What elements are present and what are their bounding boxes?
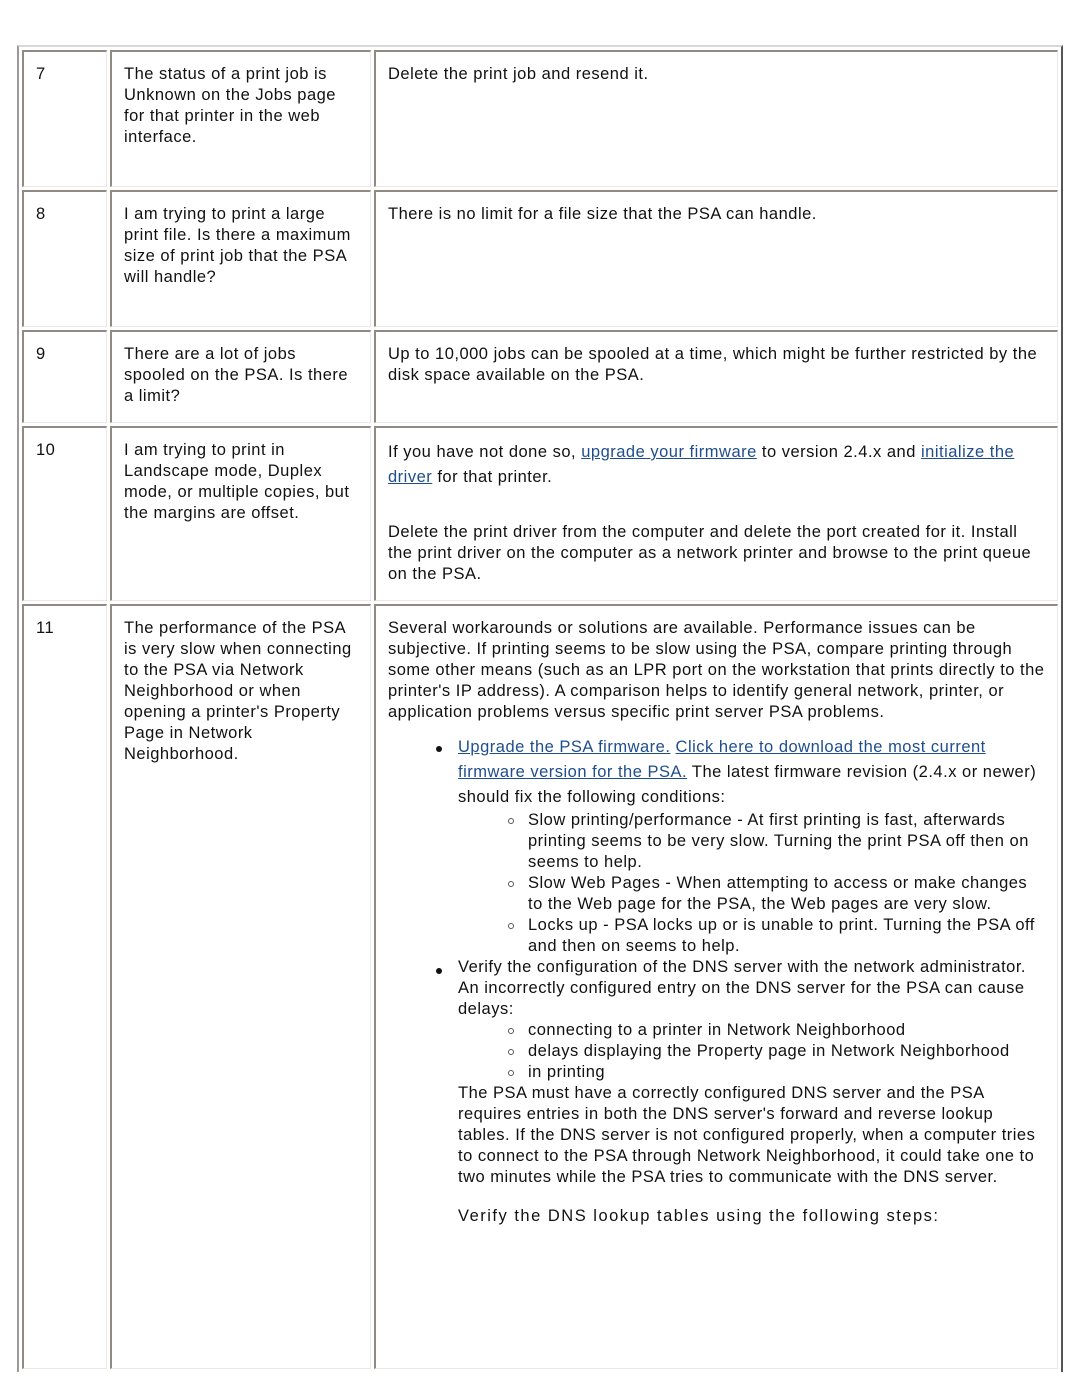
list-item: Upgrade the PSA firmware. Click here to … [436,735,1045,957]
row-number: 8 [22,190,107,327]
row-number: 9 [22,330,107,423]
answer-cell: Several workarounds or solutions are ava… [374,604,1058,1369]
sub-list-item: Slow Web Pages - When attempting to acce… [508,873,1045,915]
conditions-list: Slow printing/performance - At first pri… [458,810,1045,957]
upgrade-firmware-link[interactable]: upgrade your firmware [581,443,757,461]
sub-list-item: Locks up - PSA locks up or is unable to … [508,915,1045,957]
answer-cell: There is no limit for a file size that t… [374,190,1058,327]
solutions-list: Upgrade the PSA firmware. Click here to … [388,735,1045,1083]
question-cell: I am trying to print a large print file.… [110,190,371,327]
dns-paragraph: The PSA must have a correctly configured… [458,1084,1036,1186]
steps-intro: Verify the DNS lookup tables using the f… [458,1207,940,1225]
answer-cell: Delete the print job and resend it. [374,50,1058,187]
sub-list-item: in printing [508,1062,1045,1083]
answer-cell: Up to 10,000 jobs can be spooled at a ti… [374,330,1058,423]
question-cell: The status of a print job is Unknown on … [110,50,371,187]
answer-text: If you have not done so, [388,443,582,461]
question-cell: There are a lot of jobs spooled on the P… [110,330,371,423]
delays-list: connecting to a printer in Network Neigh… [458,1020,1045,1083]
question-cell: The performance of the PSA is very slow … [110,604,371,1369]
answer-paragraph: If you have not done so, upgrade your fi… [388,440,1045,490]
sub-list-item: Slow printing/performance - At first pri… [508,810,1045,873]
row-number: 11 [22,604,107,1369]
answer-paragraph: Delete the print driver from the compute… [388,523,1032,583]
upgrade-psa-firmware-link[interactable]: Upgrade the PSA firmware. [458,738,670,756]
row-number: 7 [22,50,107,187]
answer-cell: If you have not done so, upgrade your fi… [374,426,1058,601]
faq-page: 7 The status of a print job is Unknown o… [17,45,1063,1372]
table-row: 11 The performance of the PSA is very sl… [22,604,1058,1369]
row-number: 10 [22,426,107,601]
list-item-text: Verify the configuration of the DNS serv… [458,958,1026,1018]
troubleshooting-table: 7 The status of a print job is Unknown o… [17,45,1063,1372]
sub-list-item: connecting to a printer in Network Neigh… [508,1020,1045,1041]
table-row: 10 I am trying to print in Landscape mod… [22,426,1058,601]
answer-text: to version 2.4.x and [756,443,921,461]
table-row: 9 There are a lot of jobs spooled on the… [22,330,1058,423]
table-row: 7 The status of a print job is Unknown o… [22,50,1058,187]
sub-list-item: delays displaying the Property page in N… [508,1041,1045,1062]
answer-text: for that printer. [432,468,553,486]
question-cell: I am trying to print in Landscape mode, … [110,426,371,601]
table-row: 8 I am trying to print a large print fil… [22,190,1058,327]
answer-intro: Several workarounds or solutions are ava… [388,619,1045,721]
list-item: Verify the configuration of the DNS serv… [436,957,1045,1083]
